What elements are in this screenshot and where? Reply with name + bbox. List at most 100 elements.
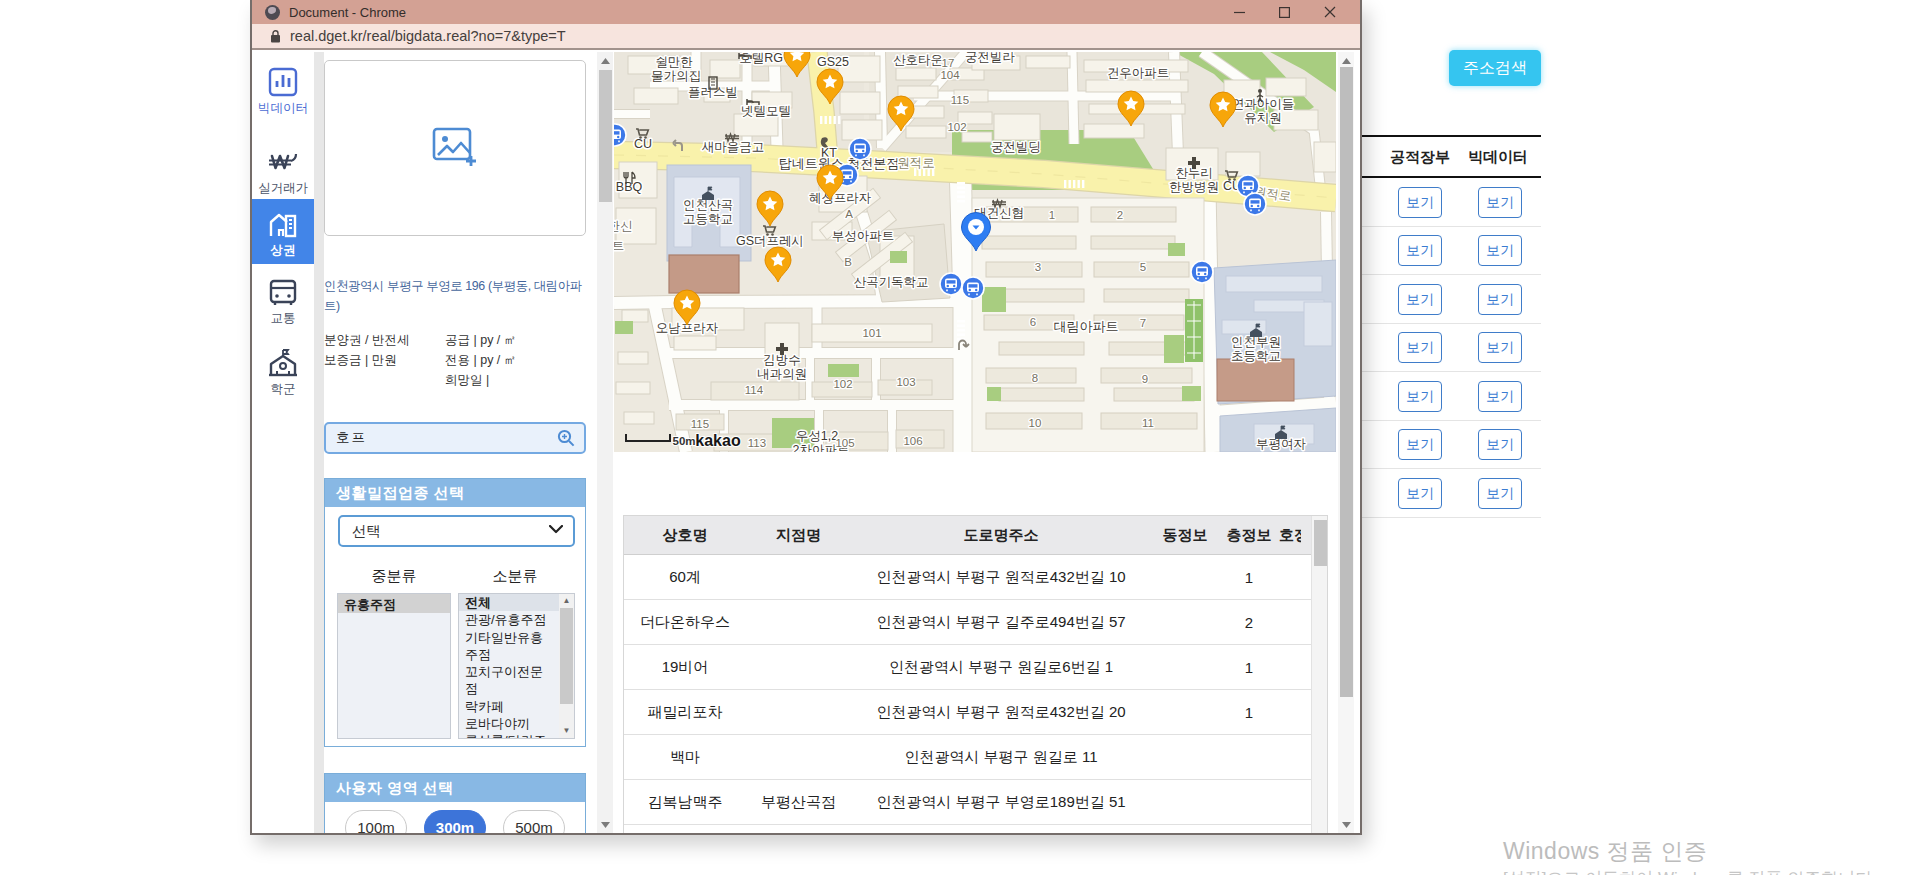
panel-scrollbar[interactable] bbox=[597, 52, 613, 833]
map-apartment-bar bbox=[982, 236, 1076, 249]
record-cell-public: 보기 bbox=[1398, 284, 1442, 315]
store-table-row[interactable]: 60계인천광역시 부평구 원적로432번길 101 bbox=[624, 555, 1327, 600]
view-bigdata-button[interactable]: 보기 bbox=[1478, 478, 1522, 509]
map-label: 산곡기독학교 bbox=[854, 275, 929, 289]
address-search-button[interactable]: 주소검색 bbox=[1449, 50, 1541, 86]
scroll-up-icon[interactable] bbox=[1338, 53, 1354, 68]
radius-500m-button[interactable]: 500m bbox=[503, 810, 565, 833]
view-bigdata-button[interactable]: 보기 bbox=[1478, 381, 1522, 412]
record-cell-bigdata: 보기 bbox=[1478, 284, 1522, 315]
mid-category-listbox[interactable]: 유흥주점 bbox=[337, 593, 451, 739]
category-select[interactable]: 선택 bbox=[338, 515, 575, 547]
map-label: 쉴만한 bbox=[655, 55, 693, 69]
map-label: 부성아파트 bbox=[832, 229, 895, 243]
sub-category-option[interactable]: 룸살롱/단란주점 bbox=[459, 732, 559, 739]
view-bigdata-button[interactable]: 보기 bbox=[1478, 284, 1522, 315]
map-building bbox=[906, 126, 946, 138]
scrollbar-thumb[interactable] bbox=[560, 608, 573, 704]
view-bigdata-button[interactable]: 보기 bbox=[1478, 332, 1522, 363]
store-cell: 1 bbox=[1219, 659, 1279, 676]
sidebar-item-bigdata[interactable]: 빅데이터 bbox=[252, 62, 314, 128]
sub-category-option[interactable]: 기타일반유흥 bbox=[459, 629, 559, 646]
url-text[interactable]: real.dget.kr/real/bigdata.real?no=7&type… bbox=[290, 28, 566, 44]
store-cell: 인천광역시 부평구 부영로189번길 51 bbox=[851, 793, 1151, 812]
map-building bbox=[622, 310, 648, 322]
store-table-row[interactable]: 백마인천광역시 부평구 원길로 11 bbox=[624, 735, 1327, 780]
sub-category-option[interactable]: 꼬치구이전문점 bbox=[459, 663, 559, 698]
property-field: 희망일 | bbox=[445, 370, 516, 390]
sidebar-gap bbox=[314, 52, 324, 833]
store-table-row[interactable]: 19비어인천광역시 부평구 원길로6번길 11 bbox=[624, 645, 1327, 690]
view-public-record-button[interactable]: 보기 bbox=[1398, 284, 1442, 315]
sub-category-option[interactable]: 관광/유흥주점 bbox=[459, 611, 559, 628]
store-cell: 19비어 bbox=[624, 658, 746, 677]
kakao-map[interactable]: 쉴만한물가의집호텔RGGS25산호타운17궁전빌라104건우아파트115플러스빌… bbox=[614, 52, 1336, 452]
sidebar-item-district[interactable]: 상권 bbox=[252, 199, 314, 264]
radius-100m-button[interactable]: 100m bbox=[345, 810, 407, 833]
view-bigdata-button[interactable]: 보기 bbox=[1478, 187, 1522, 218]
scroll-down-icon[interactable] bbox=[1338, 817, 1354, 832]
sub-category-option[interactable]: 로바다야끼 bbox=[459, 715, 559, 732]
property-field: 공급 | py / ㎡ bbox=[445, 330, 516, 350]
scroll-up-icon[interactable]: ▲ bbox=[559, 594, 574, 608]
map-apartment-bar bbox=[999, 342, 1084, 355]
sidebar-item-school[interactable]: 학군 bbox=[252, 343, 314, 409]
address-bar[interactable]: real.dget.kr/real/bigdata.real?no=7&type… bbox=[252, 24, 1360, 50]
scrollbar-thumb[interactable] bbox=[1314, 520, 1327, 566]
sub-category-option[interactable]: 락카페 bbox=[459, 698, 559, 715]
search-icon[interactable] bbox=[556, 428, 576, 448]
store-table-row[interactable]: 패밀리포차인천광역시 부평구 원적로432번길 201 bbox=[624, 690, 1327, 735]
window-title-bar[interactable]: Document - Chrome bbox=[252, 0, 1360, 24]
map-label: 물가의집 bbox=[651, 69, 701, 83]
maximize-button[interactable] bbox=[1262, 0, 1307, 24]
map-label: 8 bbox=[1032, 372, 1038, 384]
store-district-icon bbox=[252, 208, 314, 240]
view-public-record-button[interactable]: 보기 bbox=[1398, 187, 1442, 218]
record-cell-bigdata: 보기 bbox=[1478, 235, 1522, 266]
sidebar-item-traffic[interactable]: 교통 bbox=[252, 274, 314, 340]
view-public-record-button[interactable]: 보기 bbox=[1398, 235, 1442, 266]
map-building bbox=[994, 114, 1040, 140]
sub-category-option[interactable]: 전체 bbox=[459, 594, 559, 611]
scrollbar-thumb[interactable] bbox=[1340, 67, 1353, 697]
view-bigdata-button[interactable]: 보기 bbox=[1478, 235, 1522, 266]
sub-category-listbox[interactable]: ▲ ▼ 전체관광/유흥주점기타일반유흥주점꼬치구이전문점락카페로바다야끼룸살롱/… bbox=[458, 593, 575, 739]
store-column-header: 호정보 bbox=[1279, 526, 1301, 545]
view-public-record-button[interactable]: 보기 bbox=[1398, 478, 1442, 509]
property-field: 분양권 / 반전세 bbox=[324, 330, 409, 350]
record-cell-public: 보기 bbox=[1398, 429, 1442, 460]
scrollbar-thumb[interactable] bbox=[599, 70, 612, 202]
bus-stop-icon bbox=[962, 277, 984, 299]
store-list-area: 상호명지점명도로명주소동정보층정보호정보 60계인천광역시 부평구 원적로432… bbox=[613, 452, 1338, 833]
map-green-patch bbox=[982, 287, 1006, 312]
store-cell: 인천광역시 부평구 원길로 11 bbox=[851, 748, 1151, 767]
view-public-record-button[interactable]: 보기 bbox=[1398, 429, 1442, 460]
property-photo-placeholder bbox=[324, 60, 586, 236]
category-section: 생활밀접업종 선택 선택 중분류 소분류 유흥주점 ▲ bbox=[324, 478, 586, 747]
map-building bbox=[1026, 56, 1070, 68]
sub-category-scrollbar[interactable]: ▲ ▼ bbox=[559, 594, 574, 738]
store-table-row[interactable]: 김복남맥주부평산곡점인천광역시 부평구 부영로189번길 51 bbox=[624, 780, 1327, 825]
close-button[interactable] bbox=[1307, 0, 1352, 24]
view-public-record-button[interactable]: 보기 bbox=[1398, 381, 1442, 412]
bus-stop-icon bbox=[849, 138, 871, 160]
scroll-up-icon[interactable] bbox=[597, 53, 613, 68]
keyword-search-input[interactable] bbox=[336, 425, 546, 451]
map-green-patch bbox=[828, 364, 859, 377]
category-section-title: 생활밀접업종 선택 bbox=[325, 479, 585, 507]
record-row: 보기 보기 bbox=[1353, 227, 1541, 276]
store-table-row[interactable]: 더다온하우스인천광역시 부평구 길주로494번길 572 bbox=[624, 600, 1327, 645]
scroll-down-icon[interactable] bbox=[597, 817, 613, 832]
map-label: 김방수 bbox=[763, 353, 801, 367]
minimize-button[interactable] bbox=[1217, 0, 1262, 24]
map-label: 초등학교 bbox=[1231, 349, 1281, 363]
store-table-scrollbar[interactable] bbox=[1311, 516, 1327, 833]
scroll-down-icon[interactable]: ▼ bbox=[559, 724, 574, 738]
map-label: 궁전빌딩 bbox=[991, 140, 1041, 154]
view-public-record-button[interactable]: 보기 bbox=[1398, 332, 1442, 363]
mid-category-option[interactable]: 유흥주점 bbox=[338, 594, 450, 613]
radius-300m-button[interactable]: 300m bbox=[424, 810, 486, 833]
sub-category-option[interactable]: 주점 bbox=[459, 646, 559, 663]
view-bigdata-button[interactable]: 보기 bbox=[1478, 429, 1522, 460]
popup-scrollbar[interactable] bbox=[1338, 52, 1354, 833]
